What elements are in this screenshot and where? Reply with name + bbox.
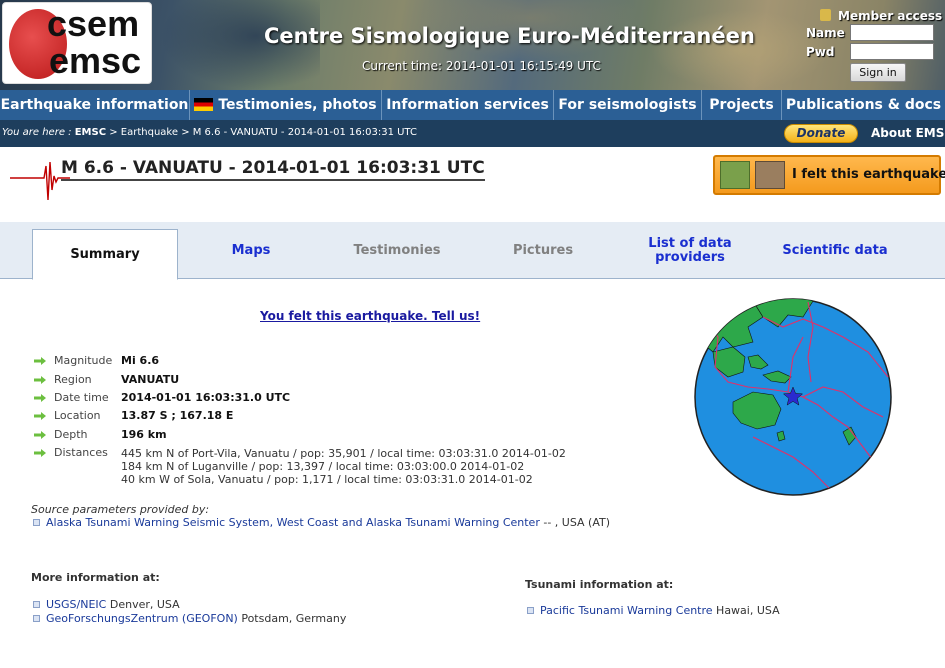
breadcrumb: You are here : EMSC > Earthquake > M 6.6…: [2, 127, 417, 138]
arrow-icon: [34, 376, 46, 384]
tsunami-information-title: Tsunami information at:: [525, 578, 674, 591]
i-felt-this-earthquake-button[interactable]: I felt this earthquake: [713, 155, 945, 195]
more-information-title: More information at:: [31, 571, 160, 584]
password-field[interactable]: [850, 43, 934, 60]
sign-in-button[interactable]: Sign in: [850, 63, 906, 82]
main-nav: Earthquake information Testimonies, phot…: [0, 90, 945, 120]
logo-text-emsc: emsc: [49, 40, 142, 81]
tsunami-suffix: Hawai, USA: [712, 604, 780, 617]
detail-key: Location: [54, 409, 101, 422]
felt-button-label: I felt this earthquake: [792, 167, 945, 182]
nav-earthquake-information[interactable]: Earthquake information: [0, 90, 190, 120]
arrow-icon: [34, 412, 46, 420]
breadcrumb-root-link[interactable]: EMSC: [75, 127, 106, 138]
breadcrumb-path[interactable]: > Earthquake > M 6.6 - VANUATU - 2014-01…: [109, 127, 417, 138]
bullet-icon: [33, 601, 40, 608]
more-info-item: GeoForschungsZentrum (GEOFON) Potsdam, G…: [33, 612, 346, 625]
tab-summary[interactable]: Summary: [32, 229, 178, 280]
member-access-title: Member access: [838, 9, 943, 23]
about-emsc-link[interactable]: About EMSC: [871, 126, 945, 140]
member-login: Member access Name Pwd Sign in: [796, 4, 942, 86]
nav-label: Publications & docs: [785, 97, 942, 113]
detail-value: Mi 6.6: [121, 354, 160, 367]
detail-distances: Distances: [34, 446, 124, 460]
geofon-link[interactable]: GeoForschungsZentrum (GEOFON): [46, 612, 238, 625]
detail-key: Magnitude: [54, 354, 113, 367]
more-info-suffix: Potsdam, Germany: [237, 612, 347, 625]
distance-line: 184 km N of Luganville / pop: 13,397 / l…: [121, 460, 525, 473]
arrow-icon: [34, 357, 46, 365]
arrow-icon: [34, 394, 46, 402]
detail-key: Region: [54, 373, 92, 386]
detail-key: Date time: [54, 391, 109, 404]
epicenter-globe-map: [694, 298, 892, 496]
detail-key: Depth: [54, 428, 88, 441]
nav-publications-docs[interactable]: Publications & docs: [782, 90, 945, 120]
detail-magnitude: Magnitude Mi 6.6: [34, 354, 334, 368]
photo-thumbnail-icon: [755, 161, 785, 189]
earthquake-title: M 6.6 - VANUATU - 2014-01-01 16:03:31 UT…: [61, 158, 485, 181]
detail-value: 196 km: [121, 428, 167, 441]
detail-date-time: Date time 2014-01-01 16:03:31.0 UTC: [34, 391, 334, 405]
arrow-icon: [34, 449, 46, 457]
tab-scientific-data[interactable]: Scientific data: [762, 222, 908, 279]
nav-label: For seismologists: [558, 97, 697, 113]
detail-location: Location 13.87 S ; 167.18 E: [34, 409, 334, 423]
german-flag-icon: [194, 98, 214, 111]
source-parameters-label: Source parameters provided by:: [31, 503, 210, 516]
map-thumbnail-icon: [720, 161, 750, 189]
detail-region: Region VANUATU: [34, 373, 334, 387]
nav-label: Projects: [709, 97, 774, 113]
nav-for-seismologists[interactable]: For seismologists: [554, 90, 702, 120]
arrow-icon: [34, 431, 46, 439]
name-label: Name: [806, 26, 845, 40]
tab-testimonies[interactable]: Testimonies: [324, 222, 470, 279]
detail-value: VANUATU: [121, 373, 180, 386]
nav-label: Testimonies, photos: [218, 97, 377, 113]
tab-bar: Summary Maps Testimonies Pictures List o…: [0, 222, 945, 280]
logo-text-csem: csem: [47, 3, 140, 44]
tsunami-item: Pacific Tsunami Warning Centre Hawai, US…: [527, 604, 780, 617]
current-time: Current time: 2014-01-01 16:15:49 UTC: [362, 59, 601, 73]
source-provider-link[interactable]: Alaska Tsunami Warning Seismic System, W…: [46, 516, 540, 529]
pacific-tsunami-warning-centre-link[interactable]: Pacific Tsunami Warning Centre: [540, 604, 713, 617]
tell-us-link[interactable]: You felt this earthquake. Tell us!: [260, 309, 480, 323]
bullet-icon: [527, 607, 534, 614]
distance-line: 445 km N of Port-Vila, Vanuatu / pop: 35…: [121, 447, 566, 460]
site-header: csem emsc Centre Sismologique Euro-Médit…: [0, 0, 945, 90]
name-field[interactable]: [850, 24, 934, 41]
bullet-icon: [33, 519, 40, 526]
nav-label: Earthquake information: [0, 97, 189, 113]
usgs-neic-link[interactable]: USGS/NEIC: [46, 598, 106, 611]
distance-line: 40 km W of Sola, Vanuatu / pop: 1,171 / …: [121, 473, 533, 486]
source-provider: Alaska Tsunami Warning Seismic System, W…: [33, 516, 610, 529]
nav-projects[interactable]: Projects: [702, 90, 782, 120]
bullet-icon: [33, 615, 40, 622]
detail-value: 13.87 S ; 167.18 E: [121, 409, 234, 422]
more-info-suffix: Denver, USA: [106, 598, 180, 611]
tab-list-of-data-providers[interactable]: List of data providers: [632, 222, 748, 279]
site-title: Centre Sismologique Euro-Méditerranéen: [264, 24, 755, 48]
detail-key: Distances: [54, 446, 108, 459]
nav-label: Information services: [386, 97, 549, 113]
tab-pictures[interactable]: Pictures: [470, 222, 616, 279]
breadcrumb-prefix: You are here :: [2, 127, 72, 138]
nav-testimonies-photos[interactable]: Testimonies, photos: [190, 90, 382, 120]
lock-icon: [820, 9, 831, 21]
breadcrumb-bar: You are here : EMSC > Earthquake > M 6.6…: [0, 120, 945, 147]
detail-value: 2014-01-01 16:03:31.0 UTC: [121, 391, 291, 404]
tab-maps[interactable]: Maps: [178, 222, 324, 279]
source-provider-suffix: -- , USA (AT): [539, 516, 611, 529]
pwd-label: Pwd: [806, 45, 835, 59]
nav-information-services[interactable]: Information services: [382, 90, 554, 120]
emsc-logo[interactable]: csem emsc: [2, 2, 152, 84]
donate-button[interactable]: Donate: [784, 124, 858, 143]
more-info-item: USGS/NEIC Denver, USA: [33, 598, 180, 611]
detail-depth: Depth 196 km: [34, 428, 334, 442]
